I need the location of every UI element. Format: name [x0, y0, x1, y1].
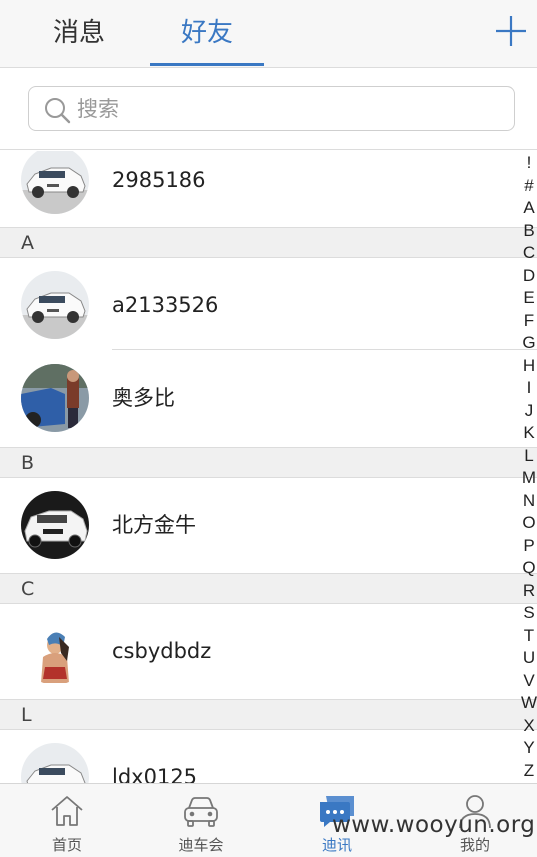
section-letter: L [21, 704, 32, 726]
contact-name: 北方金牛 [112, 513, 196, 537]
index-letter[interactable]: X [518, 715, 537, 737]
index-letter[interactable]: I [518, 377, 537, 399]
avatar [21, 364, 89, 432]
index-letter[interactable]: K [518, 422, 537, 444]
active-tab-indicator [150, 63, 264, 66]
tab-friends[interactable]: 好友 [150, 0, 264, 68]
contact-list[interactable]: 2985186 A a2133526 奥多比 B 北方金牛 C csbydbdz… [0, 151, 537, 783]
index-letter[interactable]: E [518, 287, 537, 309]
index-letter[interactable]: F [518, 310, 537, 332]
nav-car-club[interactable]: 迪车会 [134, 784, 268, 857]
index-letter[interactable]: V [518, 670, 537, 692]
row-divider [112, 349, 537, 350]
index-letter[interactable]: Y [518, 737, 537, 759]
nav-label: 首页 [51, 836, 82, 854]
index-letter[interactable]: # [518, 175, 537, 197]
section-header-b: B [0, 447, 537, 478]
section-header-c: C [0, 573, 537, 604]
contact-row[interactable]: csbydbdz [0, 604, 537, 698]
tab-messages[interactable]: 消息 [22, 0, 136, 68]
avatar [21, 271, 89, 339]
contact-row[interactable]: 奥多比 [0, 351, 537, 445]
index-letter[interactable]: W [518, 692, 537, 714]
contact-row[interactable]: 北方金牛 [0, 478, 537, 572]
search-icon [45, 98, 71, 124]
index-letter[interactable]: D [518, 265, 537, 287]
avatar [21, 491, 89, 559]
index-letter[interactable]: L [518, 445, 537, 467]
contact-name: 2985186 [112, 168, 206, 192]
index-letter[interactable]: N [518, 490, 537, 512]
index-letter[interactable]: C [518, 242, 537, 264]
index-letter[interactable]: T [518, 625, 537, 647]
index-letter[interactable]: ! [518, 152, 537, 174]
avatar [21, 617, 89, 685]
avatar [21, 743, 89, 783]
avatar [21, 151, 89, 214]
plus-icon[interactable] [494, 14, 528, 48]
watermark: www.wooyun.org [332, 812, 536, 838]
index-letter[interactable]: M [518, 467, 537, 489]
contact-name: 奥多比 [112, 386, 175, 410]
section-header-a: A [0, 227, 537, 258]
contact-name: a2133526 [112, 293, 219, 317]
contact-name: ldx0125 [112, 765, 198, 783]
index-letter[interactable]: Z [518, 760, 537, 782]
index-letter[interactable]: Q [518, 557, 537, 579]
search-bar [0, 68, 537, 150]
search-box[interactable] [28, 86, 515, 131]
index-letter[interactable]: G [518, 332, 537, 354]
top-tab-bar: 消息 好友 [0, 0, 537, 68]
index-letter[interactable]: P [518, 535, 537, 557]
section-letter: B [21, 452, 35, 474]
nav-label: 迪车会 [178, 836, 224, 854]
section-header-l: L [0, 699, 537, 730]
nav-home[interactable]: 首页 [0, 784, 134, 857]
contact-name: csbydbdz [112, 639, 212, 663]
car-icon [184, 797, 218, 827]
search-input[interactable] [77, 93, 497, 125]
index-letter[interactable]: O [518, 512, 537, 534]
alphabet-index[interactable]: ! # A B C D E F G H I J K L M N O P Q R S T U V W X Y Z [518, 152, 537, 780]
index-letter[interactable]: U [518, 647, 537, 669]
index-letter[interactable]: R [518, 580, 537, 602]
index-letter[interactable]: A [518, 197, 537, 219]
contact-row[interactable]: ldx0125 [0, 730, 537, 783]
contact-row[interactable]: a2133526 [0, 258, 537, 352]
index-letter[interactable]: H [518, 355, 537, 377]
section-letter: C [21, 578, 35, 600]
index-letter[interactable]: S [518, 602, 537, 624]
section-letter: A [21, 232, 34, 254]
index-letter[interactable]: B [518, 220, 537, 242]
index-letter[interactable]: J [518, 400, 537, 422]
contact-row[interactable]: 2985186 [0, 151, 537, 227]
home-icon [51, 796, 83, 826]
